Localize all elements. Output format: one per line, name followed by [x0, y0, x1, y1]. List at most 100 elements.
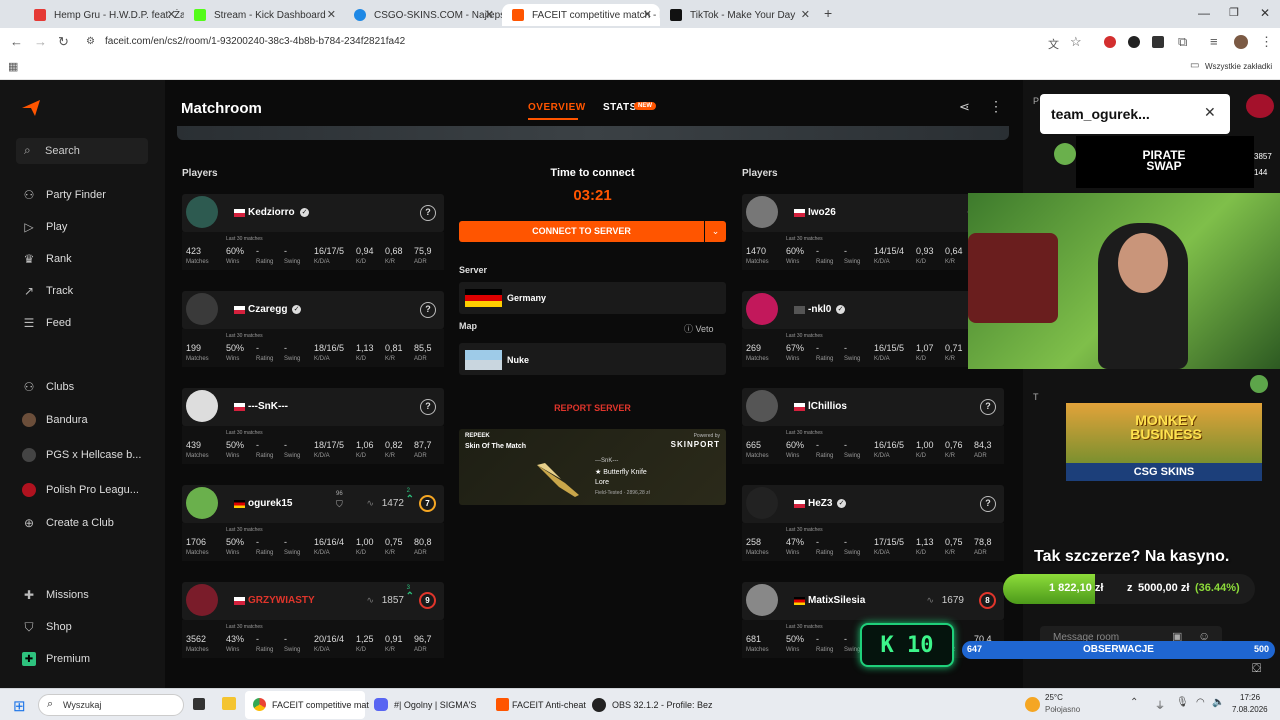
player-card[interactable]: HeZ3 ✓? Last 30 matches 258 Matches 47% Wins - R… [742, 485, 1004, 561]
player-name[interactable]: Iwo26 [808, 207, 836, 218]
sidebar-item-rank[interactable]: ♛ Rank [22, 252, 72, 266]
reload-icon[interactable]: ↻ [58, 34, 69, 50]
minimize-button[interactable]: — [1198, 6, 1210, 20]
browser-tab-4[interactable]: FACEIT competitive match - FAC ✕ [502, 4, 660, 26]
avatar[interactable] [186, 584, 218, 616]
sidebar-item-track[interactable]: ↗ Track [22, 284, 73, 298]
avatar[interactable] [746, 390, 778, 422]
tab-overview[interactable]: OVERVIEW [528, 102, 586, 113]
close-icon[interactable]: ✕ [801, 8, 810, 21]
network-icon[interactable]: ⏚ [1155, 697, 1165, 712]
sidebar-club-pgs[interactable]: PGS x Hellcase b... [22, 448, 141, 462]
close-icon[interactable]: ✕ [1204, 104, 1216, 121]
player-name[interactable]: lChillios [808, 401, 847, 412]
apps-grid-icon[interactable]: ▦ [8, 60, 18, 73]
sidebar-item-party-finder[interactable]: ⚇ Party Finder [22, 188, 106, 202]
report-server-button[interactable]: REPORT SERVER [459, 403, 726, 413]
player-name[interactable]: ogurek15 [248, 498, 292, 509]
sidebar-item-feed[interactable]: ☰ Feed [22, 316, 71, 330]
microphone-icon[interactable]: 🎙 [1176, 697, 1189, 708]
help-icon[interactable]: ? [980, 496, 996, 512]
browser-tab-3[interactable]: CSGO-SKINS.COM - Najlepsze ✕ [344, 4, 502, 26]
wifi-icon[interactable]: ◠ [1196, 697, 1205, 708]
player-name[interactable]: ---SnK--- [248, 401, 288, 412]
sidebar-item-shop[interactable]: ⛉ Shop [22, 620, 71, 634]
help-icon[interactable]: ? [420, 399, 436, 415]
player-card[interactable]: lChillios? Last 30 matches 665 Matches 60% Wi… [742, 388, 1004, 464]
site-info-icon[interactable]: ⚙ [86, 36, 95, 47]
close-icon[interactable]: ✕ [485, 8, 494, 21]
profile-avatar[interactable] [1234, 35, 1248, 49]
close-icon[interactable]: ✕ [643, 8, 652, 21]
media-icon[interactable]: ≡ [1210, 34, 1218, 49]
player-card[interactable]: ---SnK---? Last 30 matches 439 Matches 50% Wi… [182, 388, 444, 464]
extension-icon[interactable] [1104, 36, 1116, 48]
extension-icon[interactable] [1152, 36, 1164, 48]
create-club-button[interactable]: ⊕ Create a Club [22, 516, 114, 530]
tray-chevron-icon[interactable]: ⌃ [1130, 697, 1138, 708]
chevron-down-icon[interactable]: ⌄ [705, 221, 726, 242]
player-name[interactable]: GRZYWIASTY [248, 595, 315, 606]
avatar[interactable] [746, 584, 778, 616]
extension-icon[interactable] [1128, 36, 1140, 48]
player-card[interactable]: Iwo26∿1612 Last 30 matches 1470 Matches 60% W… [742, 194, 1004, 270]
help-icon[interactable]: ? [420, 302, 436, 318]
sidebar-item-missions[interactable]: ✚ Missions [22, 588, 89, 602]
skin-of-match-card[interactable]: REPEEK Skin Of The Match Powered by SKIN… [459, 429, 726, 505]
all-bookmarks-label[interactable]: Wszystkie zakładki [1205, 62, 1272, 71]
connect-to-server-button[interactable]: CONNECT TO SERVER [459, 221, 704, 242]
new-tab-button[interactable]: + [824, 5, 832, 21]
avatar[interactable] [186, 390, 218, 422]
player-card[interactable]: ogurek15 ∿ 1472 ⌃ 2 96 ⛉ 7 Last 30 matches 1706 Ma… [182, 485, 444, 561]
browser-tab-2[interactable]: Stream - Kick Dashboard ✕ [184, 4, 344, 26]
player-name[interactable]: HeZ3 [808, 498, 832, 509]
taskbar-item-faceit-ac[interactable]: FACEIT Anti-cheat [492, 691, 592, 719]
task-view-icon[interactable] [193, 698, 205, 710]
translate-icon[interactable]: 文 [1048, 36, 1059, 52]
player-name[interactable]: MatixSilesia [808, 595, 865, 606]
kebab-menu-icon[interactable]: ⋮ [989, 98, 1003, 115]
volume-icon[interactable]: 🔈 [1212, 697, 1224, 708]
player-card[interactable]: GRZYWIASTY ∿ 1857 ⌃ 3 9 Last 30 matches 3562 Mat… [182, 582, 444, 658]
player-card[interactable]: -nkl0✓?Last 30 matches269Matches67%Wins-… [742, 291, 1004, 367]
back-icon[interactable]: ← [10, 34, 23, 49]
sidebar-club-ppl[interactable]: Polish Pro Leagu... [22, 483, 139, 497]
kebab-menu-icon[interactable]: ⋮ [1260, 34, 1273, 50]
player-card[interactable]: Kedziorro ✓? Last 30 matches 423 Matches 60% W… [182, 194, 444, 270]
gift-icon[interactable]: ⛋ [1252, 661, 1261, 676]
help-icon[interactable]: ? [980, 399, 996, 415]
bookmark-star-icon[interactable]: ☆ [1070, 34, 1082, 50]
avatar[interactable] [186, 487, 218, 519]
tab-stats[interactable]: STATS [603, 102, 637, 113]
help-icon[interactable]: ? [420, 205, 436, 221]
avatar[interactable] [746, 196, 778, 228]
maximize-button[interactable]: ❐ [1229, 6, 1239, 19]
forward-icon[interactable]: → [34, 34, 47, 49]
share-icon[interactable]: ⋖ [959, 99, 970, 115]
avatar[interactable] [186, 293, 218, 325]
faceit-logo-icon[interactable] [22, 100, 40, 116]
sidebar-club-bandura[interactable]: Bandura [22, 413, 88, 427]
file-explorer-icon[interactable] [222, 697, 236, 710]
avatar[interactable] [746, 293, 778, 325]
search-input[interactable]: ⌕ Search [16, 138, 148, 164]
taskbar-item-discord[interactable]: #| Ogolny | SIGMA'S [370, 691, 490, 719]
taskbar-item-chrome[interactable]: FACEIT competitive mat [245, 691, 369, 719]
player-name[interactable]: Kedziorro [248, 207, 295, 218]
close-window-button[interactable]: ✕ [1260, 6, 1270, 20]
player-name[interactable]: Czaregg [248, 304, 287, 315]
sidebar-item-premium[interactable]: ✚ Premium [22, 652, 90, 666]
veto-button[interactable]: ⓘ Veto [684, 322, 714, 335]
extensions-puzzle-icon[interactable]: ⧉ [1178, 34, 1187, 50]
close-icon[interactable]: ✕ [327, 8, 336, 21]
avatar[interactable] [186, 196, 218, 228]
player-name[interactable]: -nkl0 [808, 304, 831, 315]
avatar[interactable] [746, 487, 778, 519]
browser-tab-1[interactable]: Hemp Gru - H.W.D.P. feat. Żary ✕ [24, 4, 184, 26]
url-field[interactable]: faceit.com/en/cs2/room/1-93200240-38c3-4… [105, 36, 405, 47]
sidebar-item-play[interactable]: ▷ Play [22, 220, 67, 234]
windows-start-icon[interactable]: ⊞ [13, 697, 26, 715]
browser-tab-5[interactable]: TikTok - Make Your Day ✕ [660, 4, 818, 26]
taskbar-item-obs[interactable]: OBS 32.1.2 - Profile: Bez [588, 691, 713, 719]
player-card[interactable]: Czaregg ✓? Last 30 matches 199 Matches 50% Win… [182, 291, 444, 367]
